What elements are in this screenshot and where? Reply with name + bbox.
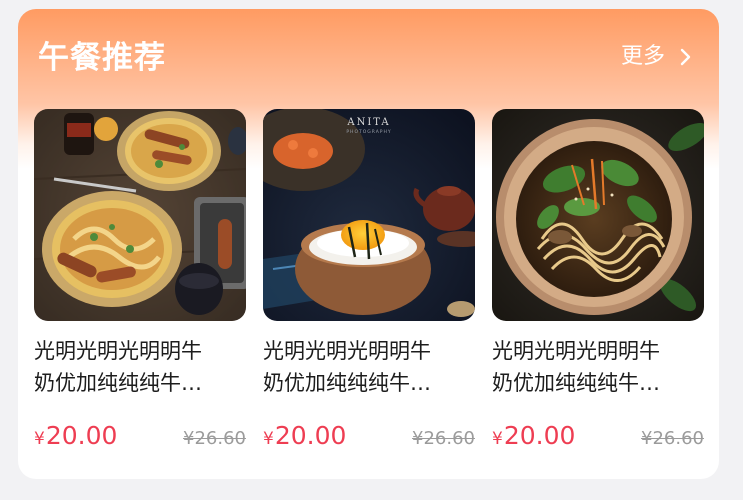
more-label: 更多 <box>620 44 665 69</box>
original-price: ¥26.60 <box>412 428 475 449</box>
product-name-line-1: 光明光明光明明牛 <box>492 339 660 363</box>
watermark-title: ANITA <box>346 117 390 128</box>
product-name-line-1: 光明光明光明明牛 <box>263 339 431 363</box>
product-name-line-2: 奶优加纯纯纯牛… <box>263 371 431 395</box>
product-price: ¥20.00 <box>492 419 575 456</box>
product-name-line-2: 奶优加纯纯纯牛… <box>492 371 660 395</box>
product-card[interactable]: 光明光明光明明牛 奶优加纯纯纯牛… ¥20.00 ¥26.60 <box>492 109 704 459</box>
original-price: ¥26.60 <box>183 428 246 449</box>
product-image <box>34 109 246 321</box>
currency-symbol: ¥ <box>492 429 503 449</box>
noodle-curry-photo <box>34 109 246 321</box>
lunch-recommendation-card: 午餐推荐 更多 光明光明光明明牛 奶优加纯纯纯牛… ¥20.00 ¥26.60 … <box>18 9 719 479</box>
original-price: ¥26.60 <box>641 428 704 449</box>
chevron-right-icon <box>680 48 691 66</box>
price-value: 20.00 <box>45 421 118 450</box>
product-card[interactable]: ANITA PHOTOGRAPHY 光明光明光明明牛 奶优加纯纯纯牛… ¥20.… <box>263 109 475 459</box>
product-image: ANITA PHOTOGRAPHY <box>263 109 475 321</box>
watermark-subtitle: PHOTOGRAPHY <box>346 129 391 135</box>
card-header: 午餐推荐 更多 <box>18 9 719 109</box>
rice-bowl-photo: ANITA PHOTOGRAPHY <box>263 109 475 321</box>
currency-symbol: ¥ <box>263 429 274 449</box>
product-name-line-1: 光明光明光明明牛 <box>34 339 202 363</box>
product-card[interactable]: 光明光明光明明牛 奶优加纯纯纯牛… ¥20.00 ¥26.60 <box>34 109 246 459</box>
product-list: 光明光明光明明牛 奶优加纯纯纯牛… ¥20.00 ¥26.60 ANITA PH… <box>34 109 706 459</box>
section-title: 午餐推荐 <box>38 40 166 76</box>
product-name-line-2: 奶优加纯纯纯牛… <box>34 371 202 395</box>
currency-symbol: ¥ <box>34 429 45 449</box>
price-value: 20.00 <box>274 421 347 450</box>
noodle-soup-photo <box>492 109 704 321</box>
product-name: 光明光明光明明牛 奶优加纯纯纯牛… <box>34 335 246 399</box>
price-value: 20.00 <box>503 421 576 450</box>
product-name: 光明光明光明明牛 奶优加纯纯纯牛… <box>263 335 475 399</box>
product-image <box>492 109 704 321</box>
more-link[interactable]: 更多 <box>621 42 695 72</box>
product-name: 光明光明光明明牛 奶优加纯纯纯牛… <box>492 335 704 399</box>
product-price: ¥20.00 <box>263 419 346 456</box>
product-price: ¥20.00 <box>34 419 117 456</box>
